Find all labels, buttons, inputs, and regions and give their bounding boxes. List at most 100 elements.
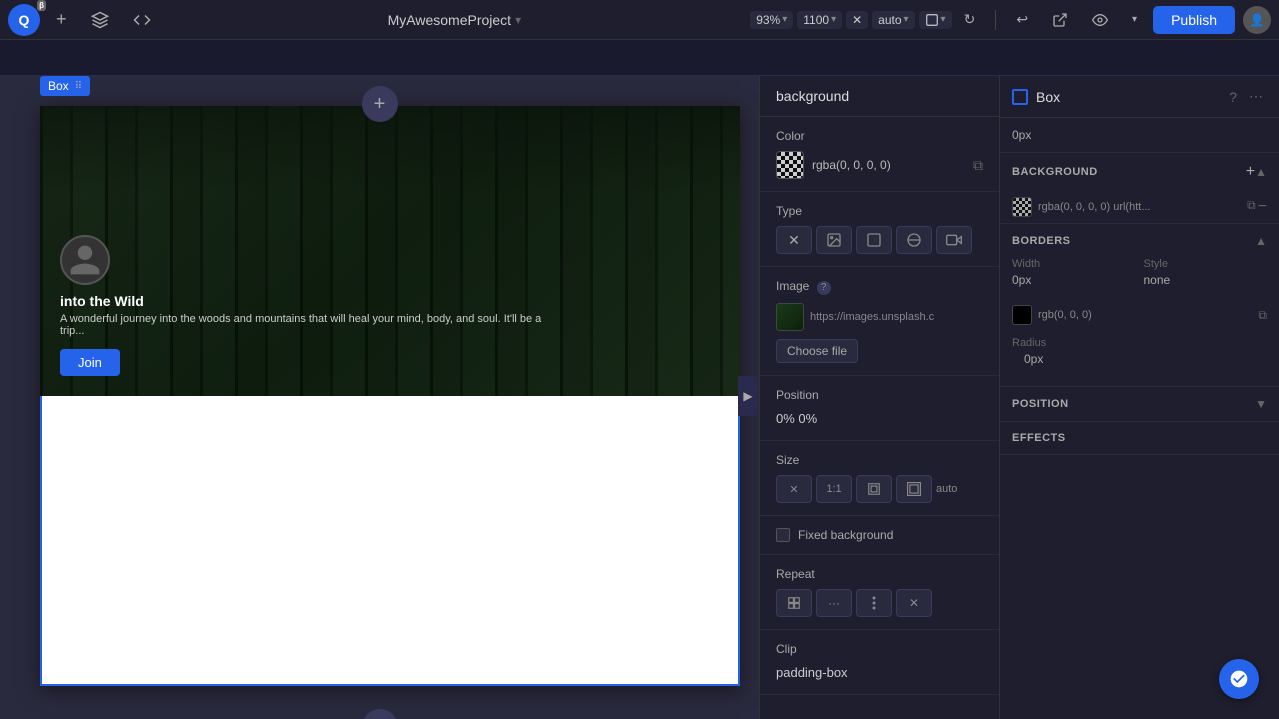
title-dropdown-icon[interactable]: ▾	[515, 13, 521, 27]
background-section: BACKGROUND + ▲ rgba(0, 0, 0, 0) url(htt.…	[1000, 153, 1279, 224]
box-element[interactable]: Box ⠿ into the Wild A w	[40, 106, 740, 686]
type-close-btn[interactable]: ✕	[776, 226, 812, 254]
view-control[interactable]: ▾	[919, 11, 952, 29]
image-url: https://images.unsplash.c	[810, 311, 983, 323]
undo-button[interactable]: ↩	[1008, 7, 1036, 32]
eye-button[interactable]	[1084, 8, 1116, 32]
borders-color-swatch[interactable]	[1012, 305, 1032, 325]
size-close-btn[interactable]: ✕	[776, 475, 812, 503]
zoom-control[interactable]: 93% ▾	[750, 11, 793, 29]
borders-collapse-icon[interactable]: ▲	[1255, 234, 1267, 248]
size-contain-btn[interactable]	[856, 475, 892, 503]
right-bg-swatch[interactable]	[1012, 197, 1032, 217]
beta-badge: β	[37, 0, 46, 11]
nav-arrow[interactable]: ▶	[738, 376, 758, 416]
position-collapse-icon[interactable]: ▼	[1255, 397, 1267, 411]
right-bg-actions: ⧉ −	[1247, 198, 1267, 216]
project-title: MyAwesomeProject	[388, 12, 511, 28]
close-size-btn[interactable]: ✕	[846, 11, 868, 29]
repeat-section: Repeat ··· ✕	[760, 555, 999, 630]
borders-copy-icon[interactable]: ⧉	[1258, 308, 1267, 323]
fixed-bg-section: Fixed background	[760, 516, 999, 555]
more-button[interactable]: ⋯	[1245, 86, 1267, 107]
size-ratio-btn[interactable]: 1:1	[816, 475, 852, 503]
content-area	[40, 396, 740, 686]
right-panel-title: Box	[1036, 89, 1217, 105]
top-value-row: 0px	[1000, 118, 1279, 153]
repeat-all-btn[interactable]	[776, 589, 812, 617]
fixed-bg-row: Fixed background	[776, 528, 983, 542]
fixed-bg-checkbox[interactable]	[776, 528, 790, 542]
clip-label: Clip	[776, 642, 983, 656]
position-section-title: POSITION	[1012, 398, 1255, 410]
bg-copy-icon[interactable]: ⧉	[1247, 198, 1256, 216]
help-button[interactable]: ?	[1225, 86, 1241, 107]
view-arrow: ▾	[941, 14, 946, 25]
zoom-arrow: ▾	[782, 14, 787, 25]
size-buttons: ✕ 1:1 auto	[776, 475, 983, 503]
bg-value-row: rgba(0, 0, 0, 0) url(htt... ⧉ −	[1000, 191, 1279, 223]
color-swatch-pattern	[777, 152, 803, 178]
main-layout: + Box ⠿	[0, 76, 1279, 719]
type-pattern-btn[interactable]	[896, 226, 932, 254]
add-section-top-button[interactable]: +	[362, 86, 398, 122]
join-button[interactable]: Join	[60, 349, 120, 376]
effects-section: EFFECTS	[1000, 422, 1279, 455]
bg-size-label: Size	[776, 453, 983, 467]
logo-text: Q	[19, 12, 30, 28]
canvas-area: + Box ⠿	[0, 76, 759, 719]
breakpoint-control[interactable]: auto ▾	[872, 11, 914, 29]
box-drag-icon: ⠿	[75, 81, 82, 92]
color-row: rgba(0, 0, 0, 0) ⧉	[776, 151, 983, 179]
add-section-bottom-button[interactable]: +	[362, 709, 398, 719]
repeat-none-btn[interactable]: ✕	[896, 589, 932, 617]
bg-minus-icon[interactable]: −	[1258, 198, 1267, 216]
bg-position-label: Position	[776, 388, 983, 402]
divider	[995, 10, 996, 30]
background-section-title: BACKGROUND	[1012, 166, 1246, 178]
add-button[interactable]: +	[48, 5, 75, 34]
background-collapse-icon[interactable]: ▲	[1255, 165, 1267, 179]
color-label: Color	[776, 129, 983, 143]
image-section: Image ? https://images.unsplash.c Choose…	[760, 267, 999, 376]
background-add-button[interactable]: +	[1246, 163, 1255, 181]
borders-section: BORDERS ▲ Width 0px Style none rgb(0, 0,…	[1000, 224, 1279, 387]
effects-section-header[interactable]: EFFECTS	[1000, 422, 1279, 454]
size-cover-btn[interactable]	[896, 475, 932, 503]
bg-position-section: Position 0% 0%	[760, 376, 999, 441]
type-image-btn[interactable]	[816, 226, 852, 254]
project-title-area: MyAwesomeProject ▾	[167, 12, 743, 28]
zoom-value: 93%	[756, 13, 780, 27]
borders-section-header[interactable]: BORDERS ▲	[1000, 224, 1279, 258]
choose-file-button[interactable]: Choose file	[776, 339, 858, 363]
size-auto-label: auto	[936, 483, 957, 495]
borders-width-label: Width	[1012, 258, 1136, 270]
width-control[interactable]: 1100 ▾	[797, 11, 842, 29]
refresh-button[interactable]: ↻	[956, 7, 984, 32]
external-link-button[interactable]	[1044, 8, 1076, 32]
hero-section: into the Wild A wonderful journey into t…	[40, 106, 740, 396]
code-button[interactable]	[125, 7, 159, 33]
layers-button[interactable]	[83, 7, 117, 33]
avatar[interactable]: 👤	[1243, 6, 1271, 34]
image-preview	[776, 303, 804, 331]
borders-width-value: 0px	[1012, 273, 1136, 287]
repeat-label: Repeat	[776, 567, 983, 581]
publish-button[interactable]: Publish	[1153, 6, 1235, 34]
right-bg-value: rgba(0, 0, 0, 0) url(htt...	[1038, 201, 1241, 213]
position-section-header[interactable]: POSITION ▼	[1000, 387, 1279, 421]
type-gradient-btn[interactable]	[856, 226, 892, 254]
background-section-header[interactable]: BACKGROUND + ▲	[1000, 153, 1279, 191]
radius-value: 0px	[1012, 352, 1267, 378]
type-video-btn[interactable]	[936, 226, 972, 254]
repeat-x-btn[interactable]: ···	[816, 589, 852, 617]
eye-dropdown-button[interactable]: ▾	[1124, 10, 1145, 29]
add-icon: +	[374, 93, 386, 116]
repeat-y-btn[interactable]	[856, 589, 892, 617]
chat-bubble[interactable]	[1219, 659, 1259, 699]
copy-color-icon[interactable]: ⧉	[973, 157, 983, 174]
right-panel-header: Box ? ⋯	[1000, 76, 1279, 118]
color-swatch[interactable]	[776, 151, 804, 179]
image-help-icon[interactable]: ?	[817, 281, 831, 295]
logo[interactable]: Q β	[8, 4, 40, 36]
